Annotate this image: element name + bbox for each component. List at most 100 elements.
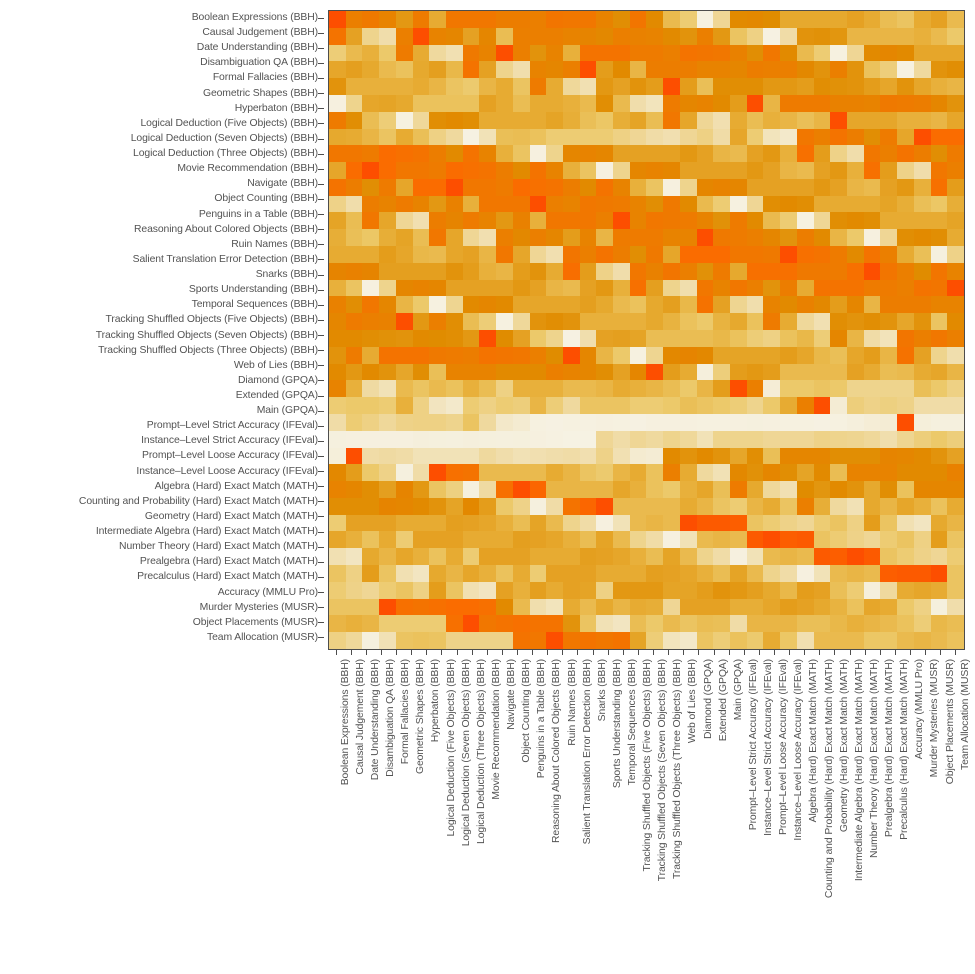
heatmap-cell	[663, 330, 680, 347]
heatmap-cell	[329, 162, 346, 179]
heatmap-cell	[496, 380, 513, 398]
heatmap-cell	[462, 346, 480, 364]
y-axis-tick	[318, 335, 324, 337]
heatmap-cell	[512, 246, 530, 263]
heatmap-cell	[395, 313, 413, 330]
heatmap-cell	[663, 481, 680, 498]
heatmap-cell	[947, 27, 964, 45]
heatmap-cell	[913, 497, 931, 515]
heatmap-cell	[546, 262, 563, 280]
heatmap-cell	[345, 447, 363, 465]
heatmap-cell	[345, 78, 363, 95]
heatmap-cell	[679, 212, 697, 230]
heatmap-cell	[496, 615, 513, 633]
heatmap-cell	[412, 363, 430, 381]
heatmap-cell	[847, 497, 864, 515]
heatmap-cell	[562, 346, 580, 364]
heatmap-cell	[646, 481, 664, 498]
heatmap-cell	[746, 262, 764, 280]
heatmap-cell	[629, 78, 647, 95]
heatmap-cell	[345, 27, 363, 45]
heatmap-cell	[863, 514, 881, 532]
heatmap-cell	[713, 565, 731, 582]
heatmap-cell	[780, 346, 797, 364]
heatmap-cell	[479, 330, 497, 347]
heatmap-cell	[512, 548, 530, 566]
heatmap-cell	[713, 548, 731, 566]
heatmap-cell	[395, 413, 413, 431]
heatmap-cell	[445, 565, 463, 582]
heatmap-cell	[880, 397, 898, 414]
heatmap-cell	[362, 447, 380, 465]
heatmap-cell	[863, 78, 881, 95]
heatmap-cell	[329, 78, 346, 95]
heatmap-cell	[596, 11, 614, 28]
heatmap-cell	[746, 380, 764, 398]
heatmap-cell	[562, 296, 580, 314]
heatmap-cell	[329, 581, 346, 599]
heatmap-cell	[947, 178, 964, 196]
heatmap-cell	[496, 262, 513, 280]
heatmap-cell	[579, 262, 597, 280]
heatmap-cell	[596, 380, 614, 398]
heatmap-cell	[863, 413, 881, 431]
heatmap-cell	[713, 128, 731, 146]
heatmap-cell	[763, 246, 781, 263]
heatmap-cell	[947, 413, 964, 431]
heatmap-cell	[395, 296, 413, 314]
heatmap-cell	[897, 548, 914, 566]
y-axis-labels: Boolean Expressions (BBH) Causal Judgemen…	[0, 10, 324, 648]
heatmap-cell	[579, 481, 597, 498]
heatmap-cell	[329, 497, 346, 515]
heatmap-cell	[780, 313, 797, 330]
heatmap-cell	[763, 313, 781, 330]
heatmap-cell	[479, 363, 497, 381]
heatmap-cell	[379, 581, 396, 599]
heatmap-cell	[813, 548, 831, 566]
heatmap-cell	[613, 162, 630, 179]
heatmap-cell	[763, 497, 781, 515]
heatmap-cell	[529, 27, 547, 45]
heatmap-cell	[880, 548, 898, 566]
heatmap-cell	[897, 212, 914, 230]
x-axis-label: Hyperbaton (BBH)	[430, 659, 442, 743]
heatmap-cell	[512, 330, 530, 347]
heatmap-cell	[847, 430, 864, 448]
heatmap-cell	[847, 464, 864, 482]
heatmap-cell	[496, 363, 513, 381]
heatmap-cell	[679, 497, 697, 515]
y-axis-tick	[318, 289, 324, 291]
heatmap-cell	[796, 565, 814, 582]
heatmap-cell	[930, 413, 948, 431]
heatmap-cell	[897, 78, 914, 95]
heatmap-cell	[613, 313, 630, 330]
heatmap-cell	[813, 262, 831, 280]
heatmap-cell	[813, 413, 831, 431]
heatmap-cell	[629, 548, 647, 566]
heatmap-cell	[646, 94, 664, 112]
heatmap-cell	[379, 78, 396, 95]
heatmap-cell	[646, 195, 664, 213]
heatmap-cell	[830, 313, 848, 330]
heatmap-cell	[696, 313, 714, 330]
heatmap-cell	[813, 464, 831, 482]
heatmap-cell	[763, 162, 781, 179]
heatmap-cell	[345, 44, 363, 62]
heatmap-cell	[345, 178, 363, 196]
heatmap-cell	[830, 363, 848, 381]
heatmap-cell	[646, 632, 664, 649]
y-axis-tick	[318, 47, 324, 49]
x-axis-tick	[471, 649, 473, 655]
heatmap-cell	[679, 11, 697, 28]
heatmap-cell	[445, 514, 463, 532]
heatmap-cell	[613, 262, 630, 280]
heatmap-cell	[830, 430, 848, 448]
heatmap-cell	[429, 514, 446, 532]
heatmap-cell	[880, 363, 898, 381]
heatmap-cell	[562, 162, 580, 179]
y-axis-tick	[318, 32, 324, 34]
heatmap-cell	[445, 615, 463, 633]
heatmap-cell	[546, 27, 563, 45]
heatmap-cell	[913, 78, 931, 95]
heatmap-cell	[663, 464, 680, 482]
